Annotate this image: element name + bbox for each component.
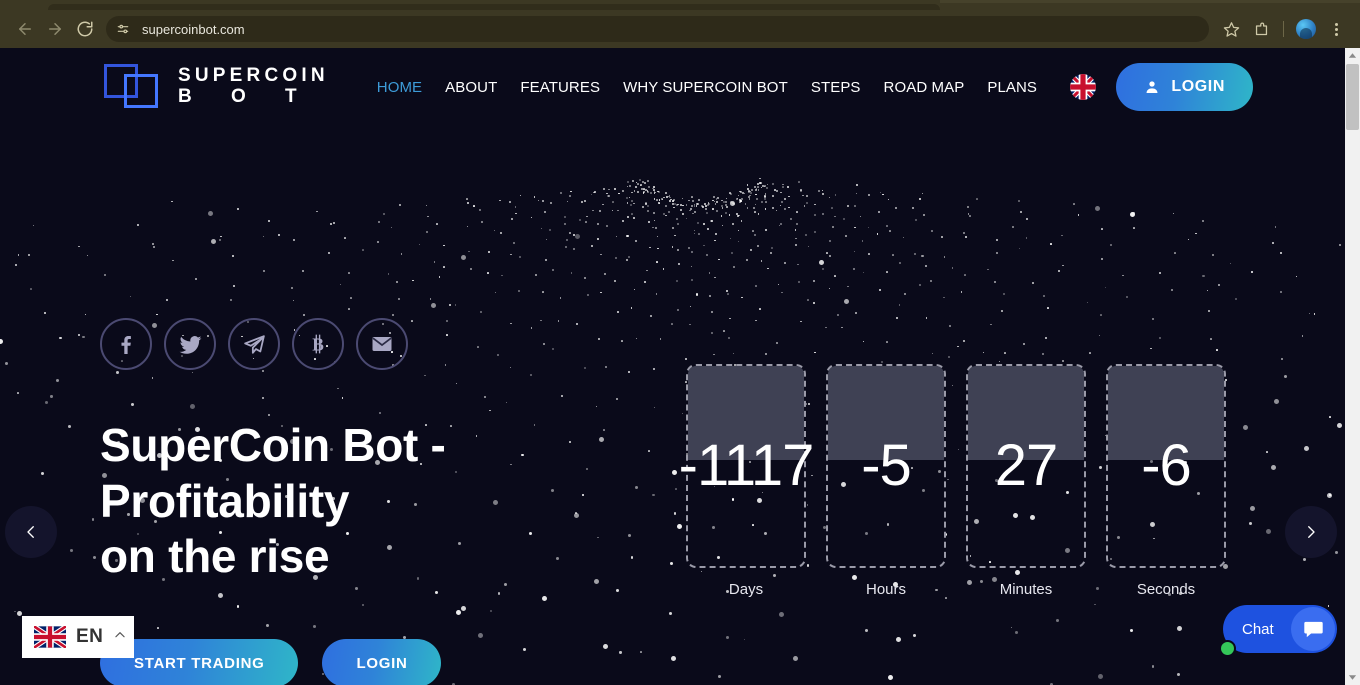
back-button[interactable] bbox=[10, 14, 40, 44]
countdown-timer: -1117 Days -5 Hours 27 Minutes -6 Seconds bbox=[678, 364, 1226, 598]
nav-item-about[interactable]: ABOUT bbox=[445, 79, 497, 96]
forward-button[interactable] bbox=[40, 14, 70, 44]
telegram-icon[interactable] bbox=[228, 318, 280, 370]
nav-item-steps[interactable]: STEPS bbox=[811, 79, 861, 96]
countdown-box: -5 bbox=[826, 364, 946, 568]
tab-strip bbox=[0, 0, 1360, 10]
uk-flag-icon bbox=[34, 626, 66, 648]
chat-bubble-icon bbox=[1291, 607, 1335, 651]
main-navigation: HOME ABOUT FEATURES WHY SUPERCOIN BOT STEPS R… bbox=[377, 79, 1037, 96]
site-logo[interactable]: SUPERCOIN B O T bbox=[104, 64, 329, 110]
countdown-label: Hours bbox=[865, 581, 906, 598]
address-bar[interactable]: supercoinbot.com bbox=[106, 16, 1209, 42]
hero-section: B SuperCoin Bot - Profitability on the r… bbox=[0, 126, 1345, 685]
extensions-icon[interactable] bbox=[1247, 14, 1275, 44]
site-settings-icon[interactable] bbox=[112, 18, 134, 40]
header-right-actions: LOGIN bbox=[1070, 63, 1253, 111]
chat-widget[interactable]: Chat bbox=[1219, 605, 1337, 657]
avatar bbox=[1296, 19, 1316, 39]
header-login-label: LOGIN bbox=[1171, 78, 1225, 95]
facebook-icon[interactable] bbox=[100, 318, 152, 370]
hero-title-line-1: SuperCoin Bot - bbox=[100, 419, 446, 471]
chat-online-status-dot bbox=[1219, 640, 1236, 657]
chat-label: Chat bbox=[1242, 620, 1274, 638]
countdown-value: 27 bbox=[994, 433, 1059, 498]
social-links: B bbox=[100, 318, 408, 370]
language-code: EN bbox=[76, 626, 104, 647]
chevron-left-icon bbox=[27, 526, 34, 538]
browser-window: supercoinbot.com SUPERCOIN B O T HOME AB… bbox=[0, 0, 1360, 685]
scrollbar-thumb[interactable] bbox=[1346, 64, 1359, 130]
countdown-unit-hours: -5 Hours bbox=[826, 364, 946, 598]
logo-line-2: B O T bbox=[178, 86, 314, 107]
three-dots-icon bbox=[1334, 22, 1338, 36]
carousel-prev-button[interactable] bbox=[5, 506, 57, 558]
bitcoin-icon[interactable]: B bbox=[292, 318, 344, 370]
hero-cta-group: START TRADING LOGIN bbox=[100, 639, 442, 685]
reload-button[interactable] bbox=[70, 14, 100, 44]
toolbar-actions bbox=[1217, 14, 1350, 44]
nav-item-features[interactable]: FEATURES bbox=[520, 79, 600, 96]
twitter-icon[interactable] bbox=[164, 318, 216, 370]
countdown-unit-days: -1117 Days bbox=[678, 364, 815, 598]
logo-line-1: SUPERCOIN bbox=[178, 65, 329, 87]
chevron-right-icon bbox=[1308, 526, 1315, 538]
logo-wordmark: SUPERCOIN B O T bbox=[178, 66, 329, 107]
profile-avatar[interactable] bbox=[1292, 14, 1320, 44]
countdown-label: Seconds bbox=[1136, 581, 1196, 598]
hero-title-line-3: on the rise bbox=[100, 530, 330, 583]
countdown-box: -1117 bbox=[678, 364, 815, 568]
page-scrollbar[interactable] bbox=[1345, 48, 1360, 685]
user-icon bbox=[1146, 81, 1158, 93]
nav-item-road-map[interactable]: ROAD MAP bbox=[884, 79, 965, 96]
countdown-label: Minutes bbox=[999, 581, 1053, 598]
countdown-value: -6 bbox=[1141, 433, 1192, 498]
web-page: SUPERCOIN B O T HOME ABOUT FEATURES WHY SUP… bbox=[0, 48, 1345, 685]
hero-title-line-2: Profitability bbox=[100, 474, 350, 527]
site-header: SUPERCOIN B O T HOME ABOUT FEATURES WHY SUP… bbox=[0, 48, 1345, 126]
carousel-next-button[interactable] bbox=[1285, 506, 1337, 558]
url-text: supercoinbot.com bbox=[142, 21, 245, 37]
countdown-value: -5 bbox=[861, 433, 912, 498]
tab-strip-edge bbox=[940, 0, 1360, 3]
chrome-menu-button[interactable] bbox=[1322, 14, 1350, 44]
svg-text:B: B bbox=[312, 334, 324, 354]
toolbar-divider bbox=[1283, 21, 1284, 37]
logo-squares-icon bbox=[104, 64, 160, 110]
chevron-up-icon bbox=[113, 628, 127, 647]
countdown-value: -1117 bbox=[678, 433, 815, 498]
countdown-box: 27 bbox=[966, 364, 1086, 568]
language-selector[interactable]: EN bbox=[22, 616, 134, 658]
countdown-label: Days bbox=[728, 581, 764, 598]
page-title: SuperCoin Bot - Profitability on the ris… bbox=[100, 418, 660, 585]
nav-item-why-supercoin-bot[interactable]: WHY SUPERCOIN BOT bbox=[623, 79, 788, 96]
page-viewport: SUPERCOIN B O T HOME ABOUT FEATURES WHY SUP… bbox=[0, 48, 1360, 685]
scrollbar-down-arrow[interactable] bbox=[1345, 670, 1360, 685]
scrollbar-up-arrow[interactable] bbox=[1345, 48, 1360, 63]
countdown-box: -6 bbox=[1106, 364, 1226, 568]
nav-item-home[interactable]: HOME bbox=[377, 79, 422, 96]
nav-item-plans[interactable]: PLANS bbox=[987, 79, 1037, 96]
bookmark-star-icon[interactable] bbox=[1217, 14, 1245, 44]
browser-toolbar: supercoinbot.com bbox=[0, 10, 1360, 48]
uk-flag-icon[interactable] bbox=[1070, 74, 1097, 100]
countdown-unit-seconds: -6 Seconds bbox=[1106, 364, 1226, 598]
email-icon[interactable] bbox=[356, 318, 408, 370]
hero-login-button[interactable]: LOGIN bbox=[322, 639, 442, 685]
header-login-button[interactable]: LOGIN bbox=[1116, 63, 1253, 111]
countdown-unit-minutes: 27 Minutes bbox=[966, 364, 1086, 598]
